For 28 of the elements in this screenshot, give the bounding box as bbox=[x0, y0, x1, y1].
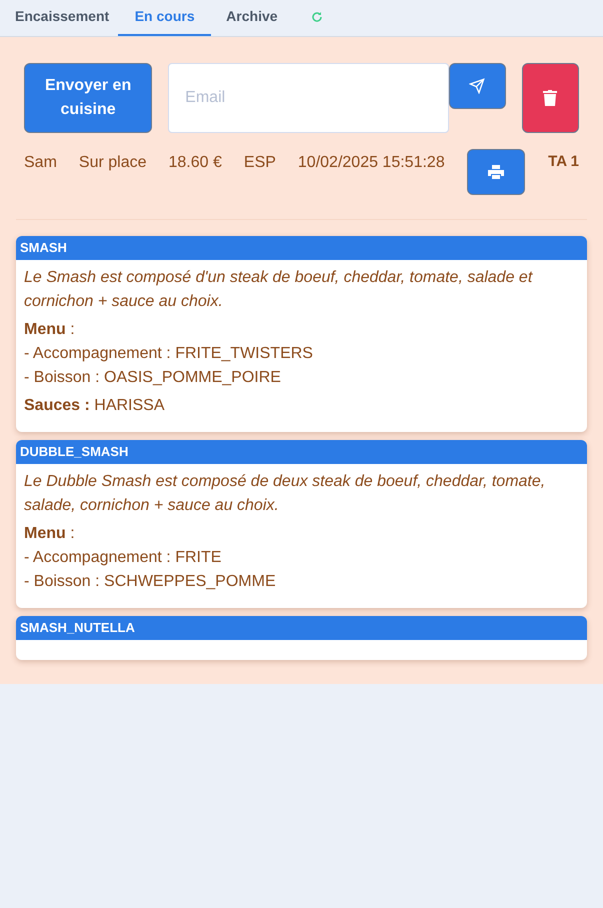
email-field[interactable]: Email bbox=[168, 63, 449, 133]
item-description: Le Dubble Smash est composé de deux steak de boeuf, cheddar, tomate, salade, cornichon + sauce au choix. bbox=[24, 472, 546, 516]
print-button[interactable] bbox=[466, 149, 525, 195]
trash-icon bbox=[543, 90, 558, 106]
order-info: Sam bbox=[24, 153, 57, 173]
printer-icon bbox=[488, 165, 504, 179]
delete-button[interactable] bbox=[522, 63, 579, 133]
item-title: DUBBLE_SMASH bbox=[16, 440, 587, 464]
item-detail: - Accompagnement : FRITE_TWISTERS bbox=[24, 344, 314, 364]
item-title: SMASH bbox=[16, 236, 587, 260]
item-detail: Menu : bbox=[24, 320, 76, 340]
item-title: SMASH_NUTELLA bbox=[16, 616, 587, 640]
send-to-kitchen-button[interactable]: Envoyer en cuisine bbox=[24, 63, 152, 133]
order-info: Sur place bbox=[78, 153, 146, 173]
tab[interactable]: Encaissement bbox=[6, 0, 118, 36]
item-detail: - Accompagnement : FRITE bbox=[24, 548, 222, 568]
send-icon bbox=[469, 78, 486, 94]
item-description: Le Smash est composé d'un steak de boeuf, cheddar, tomate, salade et cornichon + sauce au choix. bbox=[24, 268, 534, 312]
tab[interactable]: Archive bbox=[217, 0, 287, 36]
item-detail: - Boisson : OASIS_POMME_POIRE bbox=[24, 368, 282, 388]
item-detail: - Boisson : SCHWEPPES_POMME bbox=[24, 572, 277, 592]
table-number: TA 1 bbox=[548, 152, 579, 172]
item-sauces: Sauces : HARISSA bbox=[24, 396, 166, 416]
order-info: 10/02/2025 15:51:28 bbox=[298, 153, 445, 173]
order-info: ESP bbox=[244, 153, 276, 173]
send-button[interactable] bbox=[448, 63, 506, 109]
item-detail: Menu : bbox=[24, 524, 76, 544]
order-info: 18.60 € bbox=[168, 153, 222, 173]
